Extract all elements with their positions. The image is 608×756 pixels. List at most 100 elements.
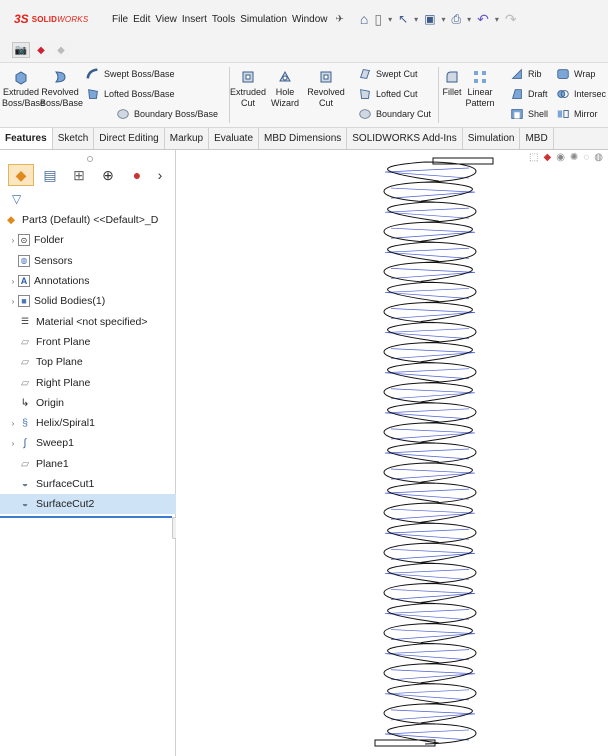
boundary-boss-button[interactable]: Boundary Boss/Base (116, 107, 218, 121)
tab-mbd[interactable]: MBD (520, 128, 554, 149)
tree-item-sensors[interactable]: ◍ Sensors (0, 251, 176, 271)
chevron-down-icon[interactable]: ▾ (414, 15, 418, 24)
chevron-right-icon[interactable]: › (8, 236, 18, 245)
tree-item-plane1[interactable]: ▱ Plane1 (0, 454, 176, 474)
tree-item-folder[interactable]: › ⊙ Folder (0, 230, 176, 250)
select-pointer-icon[interactable]: ↖ (398, 12, 408, 26)
menu-view[interactable]: View (155, 14, 177, 25)
menu-edit[interactable]: Edit (133, 14, 150, 25)
extruded-cut-label: Extruded Cut (230, 87, 267, 108)
swept-boss-label: Swept Boss/Base (104, 68, 175, 79)
menu-window[interactable]: Window (292, 14, 328, 25)
intersect-button[interactable]: Intersec (556, 87, 606, 101)
linear-pattern-button[interactable]: Linear Pattern (465, 69, 495, 109)
tree-item-part[interactable]: ◆ Part3 (Default) <<Default>_D (0, 210, 176, 230)
chevron-right-icon[interactable]: › (8, 439, 18, 448)
property-manager-tab-icon[interactable]: ▤ (37, 164, 63, 186)
chevron-right-icon[interactable]: › (8, 297, 18, 306)
solidworks-logo[interactable]: 3S SOLID WORKS (14, 12, 94, 26)
panel-collapse-handle[interactable] (87, 156, 93, 162)
new-document-icon[interactable]: ▯ (374, 11, 382, 28)
chevron-down-icon[interactable]: ▾ (388, 15, 392, 24)
fillet-label: Fillet (442, 87, 462, 97)
rollback-bar[interactable] (0, 516, 172, 518)
ribbon-separator (438, 67, 439, 123)
scene-icon[interactable]: ◆ (52, 42, 70, 58)
tree-item-sweep[interactable]: › ∫ Sweep1 (0, 433, 176, 453)
home-icon[interactable]: ⌂ (360, 11, 368, 27)
origin-icon: ↳ (20, 396, 30, 409)
rib-label: Rib (528, 68, 542, 79)
fillet-icon (446, 71, 458, 83)
display-manager-tab-icon[interactable]: ● (124, 164, 150, 186)
swept-boss-button[interactable]: Swept Boss/Base (86, 67, 175, 81)
tab-solidworks-addins[interactable]: SOLIDWORKS Add-Ins (347, 128, 463, 149)
intersect-icon (557, 90, 569, 98)
tab-direct-editing[interactable]: Direct Editing (94, 128, 165, 149)
chevron-down-icon[interactable]: ▾ (442, 15, 446, 24)
tree-item-helix-spiral[interactable]: › § Helix/Spiral1 (0, 413, 176, 433)
menu-simulation[interactable]: Simulation (240, 14, 287, 25)
boundary-cut-button[interactable]: Boundary Cut (358, 107, 431, 121)
chevron-down-icon[interactable]: ▾ (467, 15, 471, 24)
save-icon[interactable]: ▣ (424, 12, 435, 26)
configuration-manager-tab-icon[interactable]: ⊞ (66, 164, 92, 186)
lofted-boss-button[interactable]: Lofted Boss/Base (86, 87, 175, 101)
revolved-cut-button[interactable]: Revolved Cut (306, 69, 346, 109)
material-icon: ☰ (20, 316, 30, 327)
tab-features[interactable]: Features (0, 128, 53, 149)
menu-insert[interactable]: Insert (182, 14, 207, 25)
tree-item-origin[interactable]: ↳ Origin (0, 393, 176, 413)
tab-sketch[interactable]: Sketch (53, 128, 95, 149)
tree-item-top-plane[interactable]: ▱ Top Plane (0, 352, 176, 372)
filter-icon[interactable]: ▽ (12, 192, 21, 206)
revolved-cut-icon (320, 71, 332, 83)
tree-item-annotations[interactable]: › A Annotations (0, 271, 176, 291)
revolved-boss-button[interactable]: Revolved Boss/Base (40, 69, 83, 109)
tree-item-label: Sweep1 (36, 437, 74, 450)
chevron-down-icon[interactable]: ▾ (495, 15, 499, 24)
fillet-button[interactable]: Fillet (440, 69, 464, 98)
extrude-icon (15, 71, 27, 85)
tab-evaluate[interactable]: Evaluate (209, 128, 260, 149)
draft-button[interactable]: Draft (510, 87, 548, 101)
spring-model[interactable] (176, 150, 608, 756)
undo-icon[interactable]: ↶ (477, 11, 489, 28)
extruded-cut-button[interactable]: Extruded Cut (230, 69, 266, 109)
appearance-icon[interactable]: ◆ (32, 42, 50, 58)
feature-manager-tab-icon[interactable]: ◆ (8, 164, 34, 186)
menu-tools[interactable]: Tools (212, 14, 235, 25)
rib-button[interactable]: Rib (510, 67, 542, 81)
graphics-area[interactable]: ⬚ ◆ ◉ ✺ ◌ ◍ (176, 150, 608, 756)
surface-cut-icon: ◒ (21, 478, 29, 490)
pin-menu-icon[interactable]: ✈ (336, 14, 344, 25)
tab-mbd-dimensions[interactable]: MBD Dimensions (259, 128, 348, 149)
print-icon[interactable]: ⎙ (452, 12, 462, 27)
tree-item-front-plane[interactable]: ▱ Front Plane (0, 332, 176, 352)
dimxpert-manager-tab-icon[interactable]: ⊕ (95, 164, 121, 186)
tree-item-surface-cut1[interactable]: ◒ SurfaceCut1 (0, 474, 176, 494)
extruded-boss-button[interactable]: Extruded Boss/Base (2, 69, 45, 109)
draft-label: Draft (528, 88, 548, 99)
menu-file[interactable]: File (112, 14, 128, 25)
chevron-right-icon[interactable]: › (8, 419, 18, 428)
shell-button[interactable]: Shell (510, 107, 548, 121)
tab-simulation[interactable]: Simulation (463, 128, 521, 149)
tree-item-material[interactable]: ☰ Material <not specified> (0, 311, 176, 331)
chevron-right-icon[interactable]: › (153, 164, 167, 186)
mirror-button[interactable]: Mirror (556, 107, 598, 121)
swept-cut-label: Swept Cut (376, 68, 418, 79)
lofted-cut-button[interactable]: Lofted Cut (358, 87, 418, 101)
camera-icon[interactable]: 📷 (12, 42, 30, 58)
tree-item-surface-cut2[interactable]: ◒ SurfaceCut2 (0, 494, 176, 515)
tree-item-solid-bodies[interactable]: › ■ Solid Bodies(1) (0, 291, 176, 311)
swept-cut-button[interactable]: Swept Cut (358, 67, 418, 81)
lofted-cut-icon (360, 89, 370, 99)
chevron-right-icon[interactable]: › (8, 277, 18, 286)
tree-item-right-plane[interactable]: ▱ Right Plane (0, 372, 176, 392)
redo-icon[interactable]: ↷ (505, 11, 517, 28)
lofted-boss-icon (88, 89, 98, 99)
hole-wizard-button[interactable]: Hole Wizard (268, 69, 302, 109)
tab-markup[interactable]: Markup (165, 128, 210, 149)
wrap-button[interactable]: Wrap (556, 67, 595, 81)
